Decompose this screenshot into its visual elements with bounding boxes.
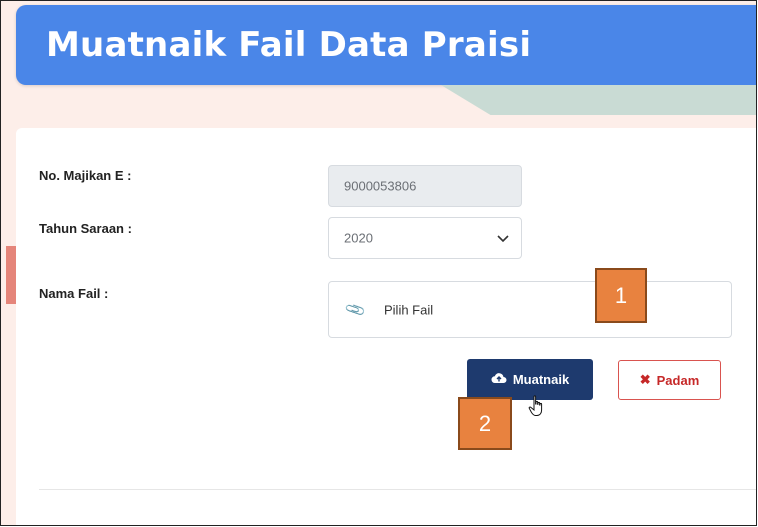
upload-button[interactable]: Muatnaik (467, 359, 593, 400)
cancel-button[interactable]: ✖ Padam (618, 360, 721, 400)
chevron-down-icon (497, 230, 509, 246)
file-picker[interactable]: 📎 Pilih Fail (328, 281, 732, 338)
decorative-band (441, 85, 756, 115)
year-label: Tahun Saraan : (39, 221, 132, 236)
close-icon: ✖ (639, 372, 651, 387)
cancel-button-label: Padam (656, 372, 700, 388)
employer-no-field: 9000053806 (328, 165, 522, 207)
year-select[interactable]: 2020 (328, 217, 522, 259)
file-picker-label: Pilih Fail (384, 302, 434, 317)
paperclip-icon: 📎 (343, 297, 368, 321)
year-value: 2020 (344, 230, 373, 246)
form-divider (39, 489, 756, 490)
callout-1: 1 (595, 268, 647, 323)
employer-no-value: 9000053806 (344, 178, 417, 194)
page-title: Muatnaik Fail Data Praisi (46, 25, 532, 65)
callout-2: 2 (458, 397, 512, 450)
cloud-upload-icon (491, 372, 507, 387)
page-header: Muatnaik Fail Data Praisi (16, 5, 756, 85)
upload-button-label: Muatnaik (512, 372, 570, 387)
callout-1-label: 1 (614, 282, 628, 308)
page-frame: Muatnaik Fail Data Praisi No. Majikan E … (0, 0, 757, 526)
file-name-label: Nama Fail : (39, 286, 109, 301)
hand-cursor-icon (528, 395, 546, 422)
callout-2-label: 2 (478, 410, 492, 436)
employer-no-label: No. Majikan E : (39, 168, 132, 183)
